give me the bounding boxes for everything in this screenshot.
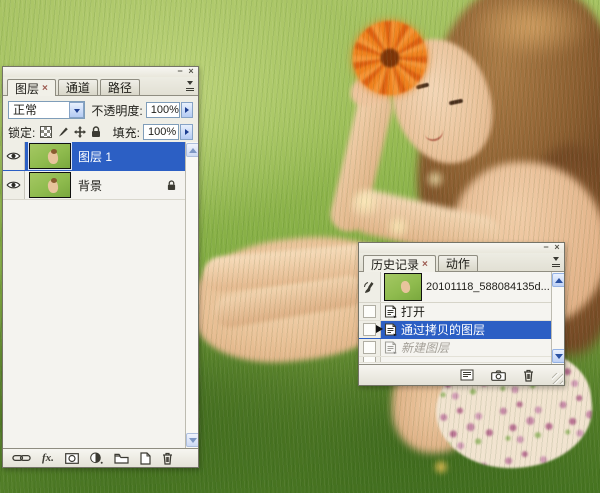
lock-label: 锁定: <box>8 124 35 141</box>
visibility-toggle[interactable] <box>3 171 25 199</box>
layers-panel: − × 图层 × 通道 路径 正常 不透明度: 100% 锁定 <box>2 66 199 468</box>
history-snapshot-row[interactable]: 20101118_588084135d... <box>359 272 551 303</box>
history-tab-strip: 历史记录 × 动作 <box>359 253 564 272</box>
layer-thumbnail[interactable] <box>29 143 71 169</box>
tab-layers-label: 图层 <box>15 80 39 97</box>
screenshot-root: − × 图层 × 通道 路径 正常 不透明度: 100% 锁定 <box>0 0 600 493</box>
minimize-button[interactable]: − <box>541 243 551 252</box>
layer-row-background[interactable]: 背景 <box>3 171 185 200</box>
tab-history[interactable]: 历史记录 × <box>363 255 436 272</box>
new-layer-icon[interactable] <box>140 452 151 465</box>
scroll-down-icon[interactable] <box>186 433 198 447</box>
delete-state-icon[interactable] <box>523 369 534 382</box>
opacity-label: 不透明度: <box>91 102 142 119</box>
layers-list: 图层 1 背景 <box>3 142 198 448</box>
lock-position-icon[interactable] <box>74 126 86 138</box>
fill-label: 填充: <box>113 124 140 141</box>
lock-all-icon[interactable] <box>91 126 101 138</box>
fill-field[interactable]: 100% <box>143 124 179 140</box>
opacity-slider-arrow-icon[interactable] <box>181 102 193 118</box>
history-state-label: 新建图层 <box>401 339 449 356</box>
fill-slider-arrow-icon[interactable] <box>180 124 193 140</box>
history-panel-titlebar[interactable]: − × <box>359 243 564 253</box>
snapshot-thumbnail[interactable] <box>384 273 422 301</box>
layers-tab-strip: 图层 × 通道 路径 <box>3 77 198 96</box>
scroll-up-icon[interactable] <box>186 143 198 157</box>
history-state-label: 通过拷贝的图层 <box>401 321 485 338</box>
layer-thumbnail[interactable] <box>29 172 71 198</box>
history-brush-source-cell[interactable] <box>359 339 381 356</box>
history-state-layer-via-copy[interactable]: 通过拷贝的图层 <box>359 321 551 339</box>
tab-paths[interactable]: 路径 <box>100 79 140 95</box>
layer-mask-icon[interactable] <box>65 453 79 464</box>
history-scrollbar[interactable] <box>551 272 564 364</box>
eye-icon <box>6 151 21 161</box>
blend-mode-select[interactable]: 正常 <box>8 101 85 119</box>
panel-menu-icon[interactable] <box>549 256 562 268</box>
minimize-button[interactable]: − <box>175 67 185 76</box>
history-panel: − × 历史记录 × 动作 20101118_588084135d... <box>358 242 565 386</box>
chevron-down-icon[interactable] <box>69 102 84 118</box>
tab-channels[interactable]: 通道 <box>58 79 98 95</box>
lock-pixels-icon[interactable] <box>57 126 69 138</box>
history-list: 20101118_588084135d... 打开 通过拷贝的图层 <box>359 272 564 364</box>
eye-icon <box>6 180 21 190</box>
history-brush-source-cell[interactable] <box>359 272 381 302</box>
history-state-label: 打开 <box>401 303 425 320</box>
history-state-icon <box>384 341 397 354</box>
history-brush-icon <box>363 281 376 294</box>
bokeh-light <box>424 168 446 190</box>
current-state-pointer-icon <box>376 325 383 333</box>
layers-bottom-toolbar: fx. <box>3 448 198 467</box>
bokeh-light <box>432 458 450 476</box>
layers-controls: 正常 不透明度: 100% 锁定: 填充: 100% <box>3 96 198 142</box>
history-bottom-toolbar <box>359 364 564 385</box>
tab-history-label: 历史记录 <box>371 256 419 273</box>
history-brush-source-cell[interactable] <box>359 303 381 320</box>
opacity-field[interactable]: 100% <box>146 102 180 118</box>
layer-group-icon[interactable] <box>114 453 129 464</box>
scroll-up-icon[interactable] <box>552 273 564 287</box>
panel-menu-icon[interactable] <box>183 80 196 92</box>
visibility-toggle[interactable] <box>3 142 25 170</box>
tab-layers[interactable]: 图层 × <box>7 79 56 96</box>
snapshot-name[interactable]: 20101118_588084135d... <box>426 281 550 293</box>
new-document-from-state-icon[interactable] <box>460 369 474 381</box>
history-state-icon <box>384 323 397 336</box>
delete-layer-icon[interactable] <box>162 452 173 465</box>
new-snapshot-icon[interactable] <box>491 370 506 381</box>
scroll-down-icon[interactable] <box>552 349 564 363</box>
history-brush-source-cell[interactable] <box>359 321 381 338</box>
close-button[interactable]: × <box>186 67 196 76</box>
history-state-partial <box>359 357 551 363</box>
lock-transparency-icon[interactable] <box>40 126 52 138</box>
history-state-icon <box>384 305 397 318</box>
tab-close-icon[interactable]: × <box>422 259 428 270</box>
layer-name[interactable]: 图层 1 <box>78 148 112 165</box>
history-state-new-layer[interactable]: 新建图层 <box>359 339 551 357</box>
bokeh-light <box>385 214 411 240</box>
bokeh-light <box>348 185 382 219</box>
link-icon[interactable] <box>12 453 31 463</box>
layer-lock-icon <box>167 180 176 191</box>
tab-actions[interactable]: 动作 <box>438 255 478 271</box>
layer-row-layer1[interactable]: 图层 1 <box>3 142 185 171</box>
resize-grip[interactable] <box>552 373 563 384</box>
layers-panel-titlebar[interactable]: − × <box>3 67 198 77</box>
layer-name[interactable]: 背景 <box>78 177 102 194</box>
tab-close-icon[interactable]: × <box>42 83 48 94</box>
close-button[interactable]: × <box>552 243 562 252</box>
layers-scrollbar[interactable] <box>185 142 198 448</box>
adjustment-layer-icon[interactable] <box>90 452 103 464</box>
history-state-open[interactable]: 打开 <box>359 303 551 321</box>
layer-style-fx-icon[interactable]: fx. <box>42 452 54 464</box>
